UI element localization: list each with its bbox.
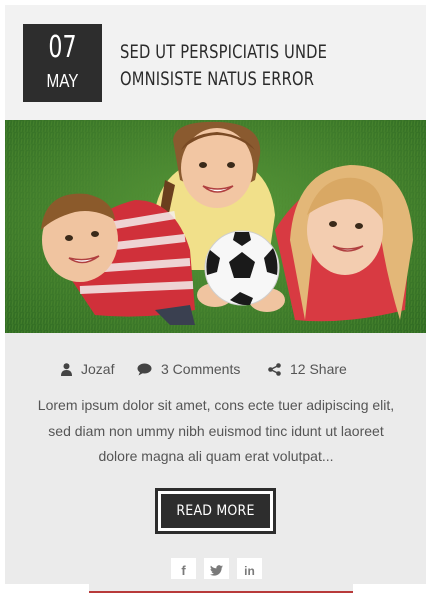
post-excerpt: Lorem ipsum dolor sit amet, cons ecte tu… bbox=[37, 397, 395, 464]
meta-author[interactable]: Jozaf bbox=[61, 359, 114, 379]
author-name: Jozaf bbox=[81, 361, 115, 377]
read-more-button[interactable]: Read More bbox=[155, 488, 276, 534]
blog-post-card: 07 May Sed ut perspiciatis unde omnisist… bbox=[5, 5, 426, 584]
linkedin-icon: in bbox=[244, 563, 255, 578]
meta-comments[interactable]: 3 Comments bbox=[137, 359, 240, 379]
comment-icon bbox=[137, 363, 152, 375]
user-icon bbox=[61, 362, 72, 376]
post-header: 07 May Sed ut perspiciatis unde omnisist… bbox=[5, 5, 426, 120]
date-day: 07 bbox=[48, 30, 77, 65]
read-more-label: Read More bbox=[161, 494, 270, 528]
meta-shares[interactable]: 12 Share bbox=[268, 359, 347, 379]
share-icon bbox=[268, 362, 281, 376]
date-badge: 07 May bbox=[23, 24, 102, 102]
card-bottom-accent bbox=[89, 579, 353, 593]
post-title[interactable]: Sed ut perspiciatis unde omnisiste natus… bbox=[120, 39, 369, 93]
facebook-icon: f bbox=[181, 563, 186, 578]
post-featured-image[interactable] bbox=[5, 120, 426, 333]
post-meta: Jozaf 3 Comments 12 Share bbox=[5, 359, 426, 379]
comments-count: 3 Comments bbox=[161, 361, 241, 377]
share-count: 12 Share bbox=[290, 361, 347, 377]
date-month: May bbox=[46, 71, 79, 91]
post-body: Jozaf 3 Comments 12 Share Lorem ipsum do… bbox=[5, 333, 426, 584]
twitter-icon bbox=[210, 565, 223, 576]
kids-soccer-photo bbox=[5, 120, 426, 333]
